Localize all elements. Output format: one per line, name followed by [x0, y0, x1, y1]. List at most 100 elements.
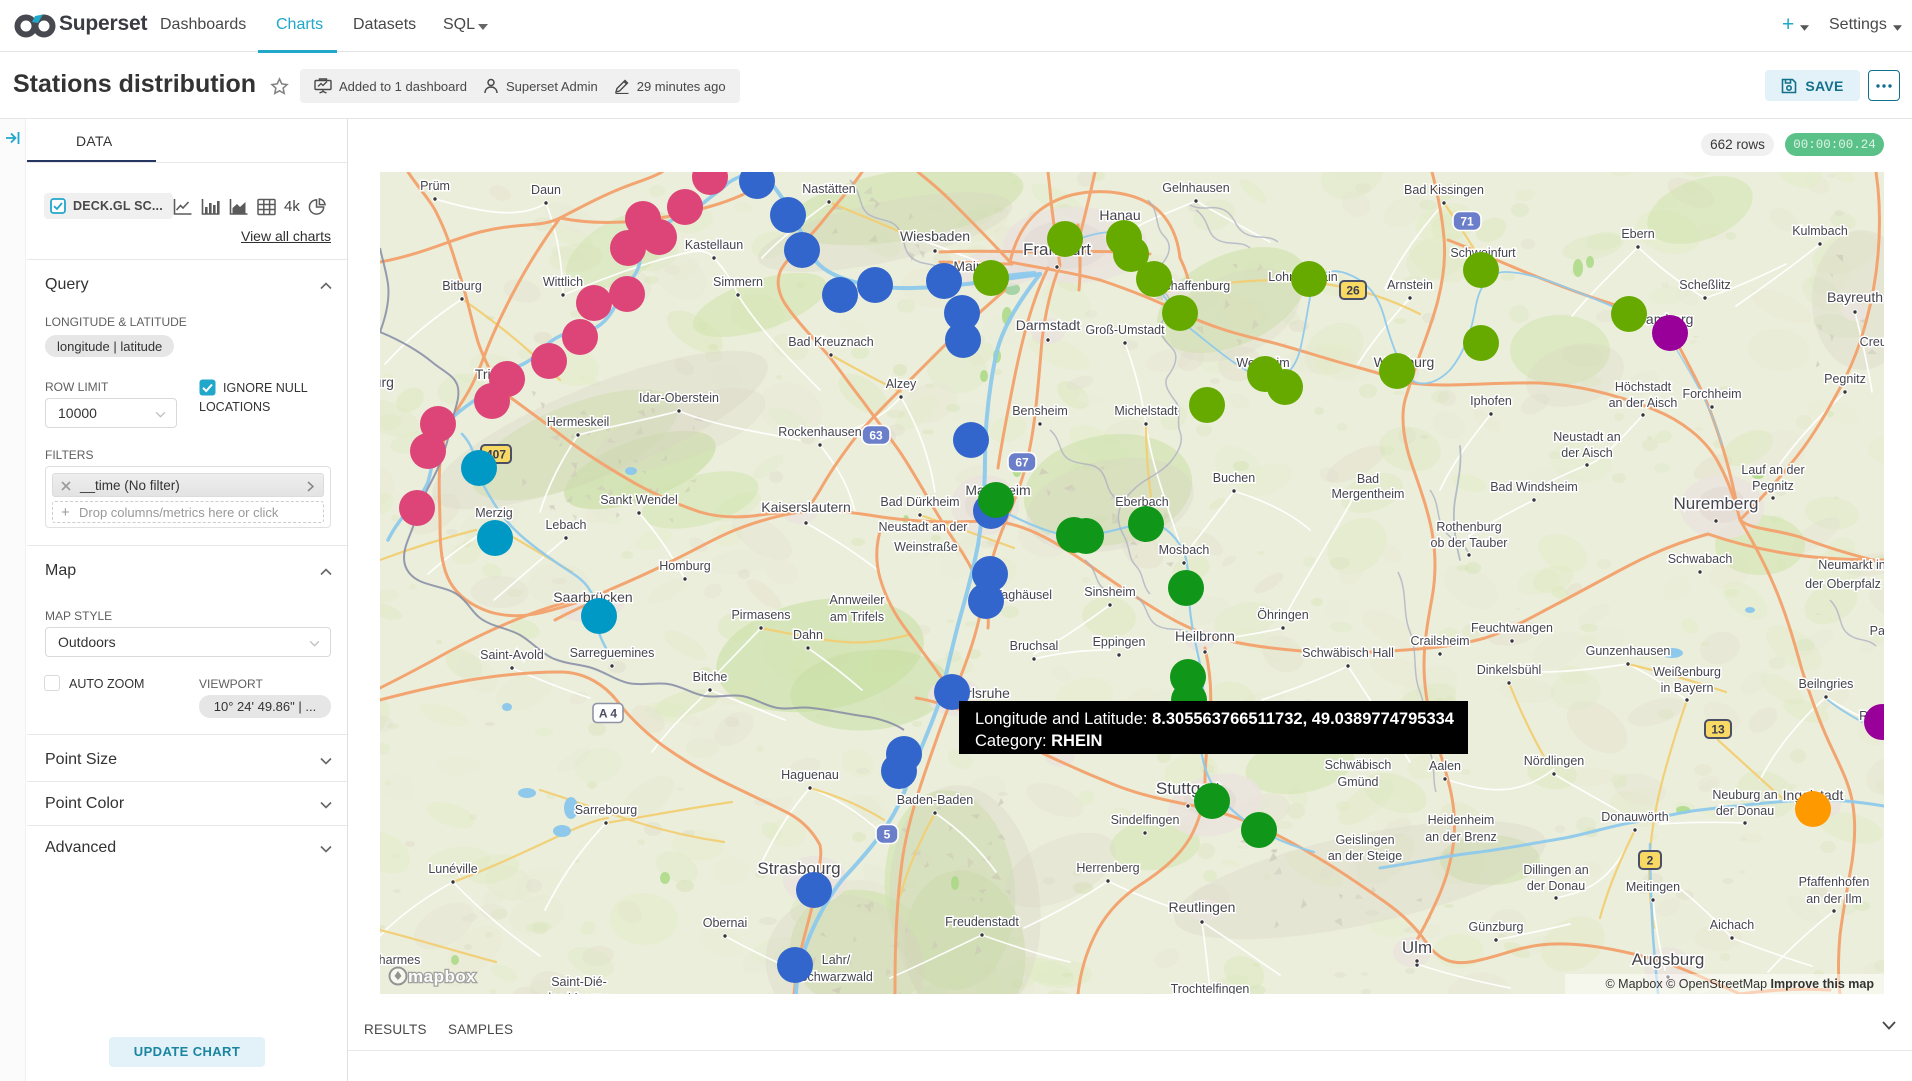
svg-text:an der Steige: an der Steige: [1328, 849, 1402, 863]
svg-text:Bayreuth: Bayreuth: [1827, 289, 1883, 305]
svg-text:Trochtelfingen: Trochtelfingen: [1171, 982, 1250, 994]
svg-text:Rockenhausen: Rockenhausen: [778, 425, 861, 439]
svg-text:Saint-Dié-: Saint-Dié-: [551, 975, 607, 989]
svg-text:Neuburg an: Neuburg an: [1712, 788, 1777, 802]
svg-text:Baden-Baden: Baden-Baden: [897, 793, 974, 807]
svg-text:Dinkelsbühl: Dinkelsbühl: [1477, 663, 1542, 677]
svg-text:Alzey: Alzey: [886, 377, 917, 391]
svg-text:an der Aisch: an der Aisch: [1609, 396, 1678, 410]
svg-text:Aalen: Aalen: [1429, 759, 1461, 773]
svg-text:Obernai: Obernai: [703, 916, 747, 930]
svg-text:Bad: Bad: [1357, 472, 1379, 486]
svg-text:Eppingen: Eppingen: [1093, 635, 1146, 649]
svg-text:Höchstadt: Höchstadt: [1615, 380, 1672, 394]
svg-text:Pfaffenhofen: Pfaffenhofen: [1799, 875, 1870, 889]
svg-text:26: 26: [1346, 284, 1360, 298]
svg-text:Bad Kreuznach: Bad Kreuznach: [788, 335, 874, 349]
svg-text:Wiesbaden: Wiesbaden: [900, 228, 970, 244]
svg-text:Bad Windsheim: Bad Windsheim: [1490, 480, 1578, 494]
svg-text:Parsberg: Parsberg: [1870, 624, 1884, 638]
svg-text:Bitche: Bitche: [693, 670, 728, 684]
svg-text:Gmünd: Gmünd: [1338, 775, 1379, 789]
svg-text:Creußen: Creußen: [1860, 335, 1884, 349]
svg-text:Nuremberg: Nuremberg: [1673, 494, 1758, 513]
svg-text:Geislingen: Geislingen: [1335, 833, 1394, 847]
svg-text:ob der Tauber: ob der Tauber: [1431, 536, 1508, 550]
svg-text:2: 2: [1647, 854, 1654, 868]
svg-text:Dillingen an: Dillingen an: [1523, 863, 1588, 877]
svg-text:am Trifels: am Trifels: [830, 610, 884, 624]
svg-text:Bad Kissingen: Bad Kissingen: [1404, 183, 1484, 197]
svg-text:Lunéville: Lunéville: [428, 862, 477, 876]
svg-text:Pegnitz: Pegnitz: [1824, 372, 1866, 386]
svg-text:mapbox: mapbox: [408, 967, 476, 986]
svg-text:Heidenheim: Heidenheim: [1428, 813, 1495, 827]
svg-text:der Aisch: der Aisch: [1561, 446, 1612, 460]
svg-text:Weißenburg: Weißenburg: [1653, 665, 1721, 679]
svg-text:Neustadt an der: Neustadt an der: [879, 520, 968, 534]
svg-text:Kastellaun: Kastellaun: [685, 238, 743, 252]
svg-text:13: 13: [1711, 723, 1725, 737]
svg-text:Heilbronn: Heilbronn: [1175, 628, 1235, 644]
svg-text:Schwäbisch Hall: Schwäbisch Hall: [1302, 646, 1394, 660]
svg-text:Merzig: Merzig: [475, 506, 513, 520]
svg-text:Hermeskeil: Hermeskeil: [547, 415, 610, 429]
svg-text:Weinstraße: Weinstraße: [894, 540, 958, 554]
svg-text:Öhringen: Öhringen: [1257, 608, 1308, 622]
svg-text:Sinsheim: Sinsheim: [1084, 585, 1135, 599]
svg-text:Reutlingen: Reutlingen: [1169, 899, 1236, 915]
svg-text:71: 71: [1460, 215, 1474, 229]
svg-text:Mergentheim: Mergentheim: [1332, 487, 1405, 501]
svg-text:an der Brenz: an der Brenz: [1425, 830, 1497, 844]
svg-text:Schwabach: Schwabach: [1668, 552, 1733, 566]
svg-text:Beilngries: Beilngries: [1799, 677, 1854, 691]
svg-text:67: 67: [1015, 456, 1029, 470]
svg-text:Saint-Avold: Saint-Avold: [480, 648, 544, 662]
svg-text:Prüm: Prüm: [420, 179, 450, 193]
svg-text:Nastätten: Nastätten: [802, 182, 856, 196]
svg-text:Donauwörth: Donauwörth: [1601, 810, 1668, 824]
svg-text:Meitingen: Meitingen: [1626, 880, 1680, 894]
svg-text:Idar-Oberstein: Idar-Oberstein: [639, 391, 719, 405]
svg-text:Rothenburg: Rothenburg: [1436, 520, 1501, 534]
svg-text:Scheßlitz: Scheßlitz: [1679, 278, 1730, 292]
svg-text:Feuchtwangen: Feuchtwangen: [1471, 621, 1553, 635]
svg-text:Haguenau: Haguenau: [781, 768, 839, 782]
svg-text:Dahn: Dahn: [793, 628, 823, 642]
svg-text:Pegnitz: Pegnitz: [1752, 479, 1794, 493]
svg-text:Buchen: Buchen: [1213, 471, 1255, 485]
svg-text:Groß-Umstadt: Groß-Umstadt: [1085, 323, 1165, 337]
svg-text:Arnstein: Arnstein: [1387, 278, 1433, 292]
svg-text:Kulmbach: Kulmbach: [1792, 224, 1848, 238]
svg-text:der Donau: der Donau: [1527, 879, 1585, 893]
svg-text:Sindelfingen: Sindelfingen: [1111, 813, 1180, 827]
svg-text:Forchheim: Forchheim: [1682, 387, 1741, 401]
svg-text:Augsburg: Augsburg: [1632, 950, 1705, 969]
svg-text:Kaiserslautern: Kaiserslautern: [761, 499, 851, 515]
svg-text:Mosbach: Mosbach: [1159, 543, 1210, 557]
svg-text:Sarreguemines: Sarreguemines: [570, 646, 655, 660]
svg-text:Nördlingen: Nördlingen: [1524, 754, 1585, 768]
svg-text:Herrenberg: Herrenberg: [1076, 861, 1139, 875]
svg-text:Aichach: Aichach: [1710, 918, 1755, 932]
svg-text:A 4: A 4: [599, 707, 618, 721]
svg-text:© Mapbox © OpenStreetMap Impro: © Mapbox © OpenStreetMap Improve this ma…: [1605, 977, 1874, 991]
svg-text:Lauf an der: Lauf an der: [1741, 463, 1804, 477]
svg-text:Daun: Daun: [531, 183, 561, 197]
svg-text:Michelstadt: Michelstadt: [1114, 404, 1178, 418]
svg-text:Crailsheim: Crailsheim: [1410, 634, 1469, 648]
svg-text:Darmstadt: Darmstadt: [1016, 317, 1081, 333]
svg-text:Homburg: Homburg: [659, 559, 710, 573]
svg-text:der Oberpfalz: der Oberpfalz: [1805, 577, 1881, 591]
svg-text:les-Vosges: les-Vosges: [548, 991, 609, 994]
svg-text:Pirmasens: Pirmasens: [731, 608, 790, 622]
svg-text:Bad Dürkheim: Bad Dürkheim: [880, 495, 959, 509]
svg-text:5: 5: [884, 828, 891, 842]
svg-text:Strasbourg: Strasbourg: [757, 859, 840, 878]
svg-text:Bruchsal: Bruchsal: [1010, 639, 1059, 653]
svg-text:Luxembourg: Luxembourg: [380, 374, 394, 390]
svg-text:63: 63: [869, 429, 883, 443]
svg-text:Gunzenhausen: Gunzenhausen: [1586, 644, 1671, 658]
svg-text:an der Ilm: an der Ilm: [1806, 892, 1862, 906]
svg-text:Annweiler: Annweiler: [830, 593, 885, 607]
